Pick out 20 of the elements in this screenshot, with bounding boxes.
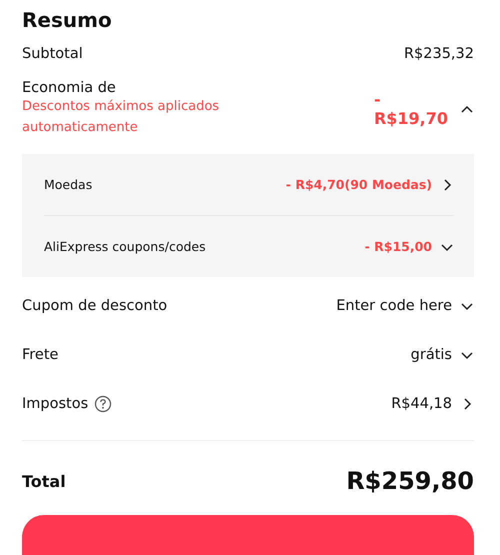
row-value[interactable]: Enter code here (336, 298, 452, 314)
savings-label: Economia de (22, 80, 117, 96)
savings-value: R$19,70 (374, 109, 448, 128)
row-label: Frete (22, 346, 58, 362)
minus-sign: - (374, 90, 382, 109)
row-value[interactable]: R$44,18 (391, 396, 452, 412)
savings-note: Descontos máximos aplicados automaticamente (22, 98, 220, 137)
help-icon[interactable] (94, 394, 112, 412)
row-label: Cupom de desconto (22, 298, 168, 314)
discount-label: AliExpress coupons/codes (44, 239, 206, 254)
summary-title: Resumo (22, 8, 113, 32)
subtotal-label: Subtotal (22, 46, 83, 62)
total-value: R$259,80 (346, 467, 474, 495)
discount-label: Moedas (44, 177, 92, 192)
row-label: Impostos (22, 396, 88, 412)
subtotal-value: R$235,32 (404, 46, 474, 62)
discount-value: - R$15,00 (364, 239, 432, 254)
row-value[interactable]: grátis (410, 346, 452, 362)
total-label: Total (22, 472, 66, 490)
discount-value: - R$4,70(90 Moedas) (286, 177, 432, 192)
